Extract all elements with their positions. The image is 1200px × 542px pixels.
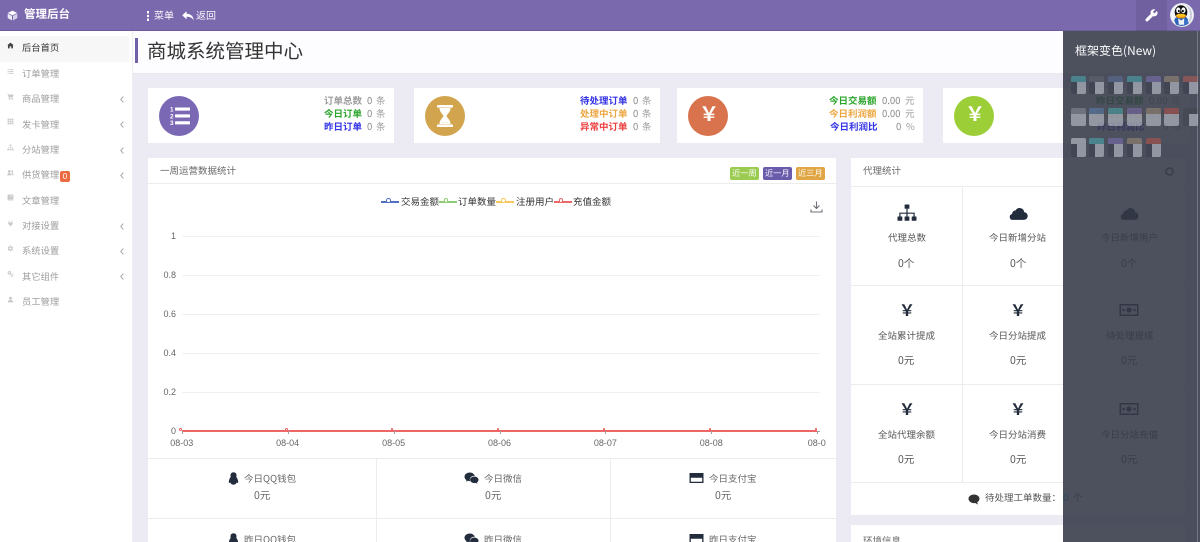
svg-text:3: 3 xyxy=(170,120,174,126)
